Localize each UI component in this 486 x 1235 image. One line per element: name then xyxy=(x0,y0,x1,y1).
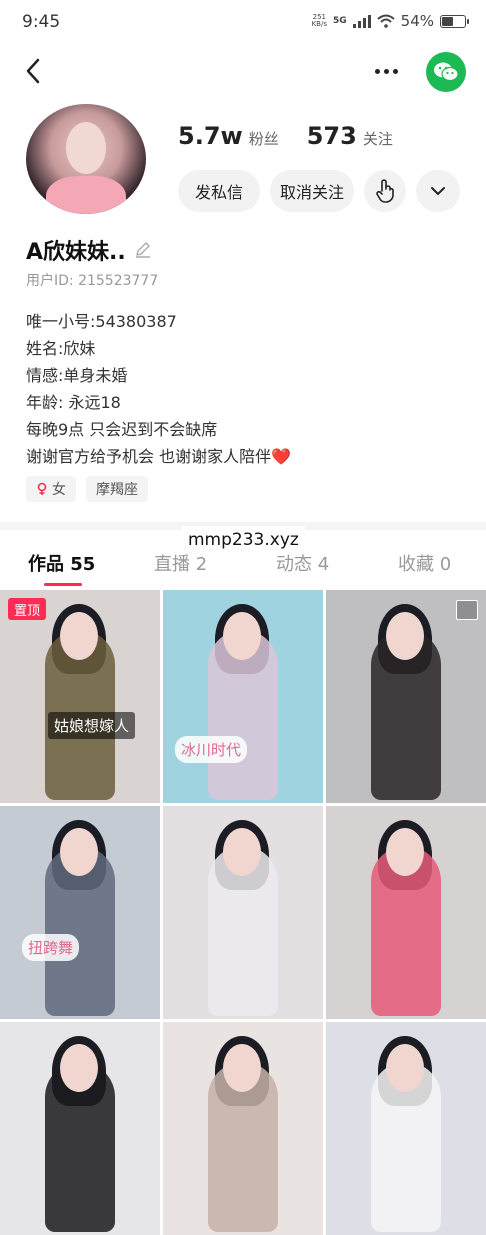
status-time: 9:45 xyxy=(22,12,61,32)
back-button[interactable] xyxy=(18,56,48,86)
video-caption: 姑娘想嫁人 xyxy=(48,712,136,739)
signal-type: 5G xyxy=(333,16,347,26)
bio-line: 每晚9点 只会迟到不会缺席 xyxy=(26,420,218,439)
video-caption: 冰川时代 xyxy=(175,736,248,763)
video-thumbnail[interactable] xyxy=(163,806,323,1019)
video-thumbnail[interactable] xyxy=(326,590,486,803)
following-label[interactable]: 关注 xyxy=(363,128,393,149)
user-id[interactable]: 用户ID: 215523777 xyxy=(26,270,158,290)
status-bar: 9:45 251 KB/s 5G 54% xyxy=(0,0,486,44)
bio-line: 情感:单身未婚 xyxy=(26,366,128,385)
net-speed: 251 KB/s xyxy=(312,14,327,28)
send-message-button[interactable]: 发私信 xyxy=(178,170,260,212)
more-button[interactable] xyxy=(368,56,404,86)
active-tab-indicator xyxy=(44,583,82,586)
video-thumbnail[interactable] xyxy=(163,1022,323,1235)
female-icon xyxy=(37,482,47,495)
hand-pointer-icon xyxy=(376,179,394,203)
net-speed-unit: KB/s xyxy=(311,20,327,28)
video-thumbnail[interactable]: 冰川时代 xyxy=(163,590,323,803)
more-horizontal-icon xyxy=(374,68,380,74)
battery-icon xyxy=(440,14,469,28)
chevron-left-icon xyxy=(26,58,40,84)
bio: 唯一小号:54380387 姓名:欣妹 情感:单身未婚 年龄: 永远18 每晚9… xyxy=(26,308,291,470)
bio-line: 姓名:欣妹 xyxy=(26,339,96,358)
chevron-down-icon xyxy=(431,187,445,196)
video-thumbnail[interactable]: 置顶姑娘想嫁人 xyxy=(0,590,160,803)
bio-line: 唯一小号:54380387 xyxy=(26,312,177,331)
wechat-share-button[interactable] xyxy=(426,52,466,92)
edit-pencil-icon[interactable] xyxy=(134,241,152,259)
bio-line: 谢谢官方给予机会 也谢谢家人陪伴❤️ xyxy=(26,447,292,466)
profile-stats: 5.7w 粉丝 573 关注 xyxy=(178,122,415,150)
video-thumbnail[interactable] xyxy=(0,1022,160,1235)
signal-icon xyxy=(352,14,371,28)
watermark-text: mmp233.xyz xyxy=(182,526,305,554)
pinned-badge: 置顶 xyxy=(8,598,47,620)
gender-tag-label: 女 xyxy=(52,482,66,498)
wifi-icon xyxy=(376,14,395,28)
video-thumbnail[interactable] xyxy=(326,1022,486,1235)
tab-works[interactable]: 作品 55 xyxy=(28,550,95,576)
unfollow-button[interactable]: 取消关注 xyxy=(270,170,354,212)
top-nav xyxy=(0,44,486,104)
interact-button[interactable] xyxy=(364,170,406,212)
image-set-icon xyxy=(456,600,478,620)
followers-count[interactable]: 5.7w xyxy=(178,122,243,150)
battery-percent: 54% xyxy=(400,12,434,30)
following-count[interactable]: 573 xyxy=(307,122,357,150)
bio-line: 年龄: 永远18 xyxy=(26,393,121,412)
video-thumbnail[interactable]: 扭跨舞 xyxy=(0,806,160,1019)
profile-tags: 女 摩羯座 xyxy=(26,476,148,502)
nickname: A欣妹妹.. xyxy=(26,234,152,266)
followers-label[interactable]: 粉丝 xyxy=(249,128,279,149)
wechat-icon xyxy=(434,62,459,82)
video-thumbnail[interactable] xyxy=(326,806,486,1019)
zodiac-tag: 摩羯座 xyxy=(86,476,148,502)
gender-tag: 女 xyxy=(26,476,76,502)
status-right: 251 KB/s 5G 54% xyxy=(312,12,469,30)
expand-button[interactable] xyxy=(416,170,460,212)
video-caption: 扭跨舞 xyxy=(22,934,80,961)
battery-fill xyxy=(442,16,454,26)
nickname-text: A欣妹妹.. xyxy=(26,240,126,265)
tab-favorites[interactable]: 收藏 0 xyxy=(398,550,451,576)
avatar[interactable] xyxy=(26,104,146,214)
